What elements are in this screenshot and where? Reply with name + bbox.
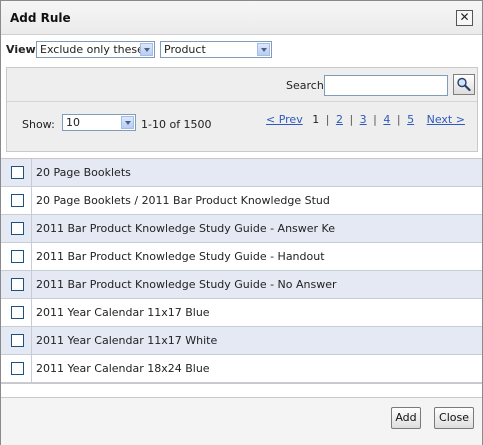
item-label: 2011 Bar Product Knowledge Study Guide -… bbox=[36, 250, 325, 263]
view-bar: View Exclude only these Product bbox=[1, 35, 482, 65]
list-item[interactable]: 20 Page Booklets / 2011 Bar Product Know… bbox=[1, 187, 482, 215]
view-mode-select[interactable]: Exclude only these bbox=[36, 41, 155, 58]
item-checkbox[interactable] bbox=[11, 306, 24, 319]
item-label: 2011 Bar Product Knowledge Study Guide -… bbox=[36, 222, 335, 235]
view-field-select[interactable]: Product bbox=[160, 41, 272, 58]
page-size-select[interactable]: 10 bbox=[62, 114, 136, 131]
chevron-down-icon bbox=[257, 43, 270, 56]
add-rule-dialog: Add Rule ✕ View Exclude only these Produ… bbox=[0, 0, 483, 445]
magnifier-icon bbox=[457, 77, 471, 91]
dialog-titlebar: Add Rule ✕ bbox=[1, 1, 482, 35]
item-checkbox[interactable] bbox=[11, 334, 24, 347]
page-link-3[interactable]: 3 bbox=[360, 113, 367, 126]
page-separator: | bbox=[349, 113, 354, 126]
page-link-4[interactable]: 4 bbox=[383, 113, 390, 126]
item-checkbox[interactable] bbox=[11, 362, 24, 375]
show-label: Show: bbox=[22, 118, 55, 131]
pagination: < Prev 1 | 2 | 3 | 4 | 5 Next > bbox=[266, 113, 465, 126]
dialog-footer: Add Close bbox=[1, 397, 482, 445]
chevron-down-icon bbox=[140, 43, 153, 56]
item-label: 20 Page Booklets bbox=[36, 166, 131, 179]
next-page-link[interactable]: Next > bbox=[427, 113, 465, 126]
item-label: 2011 Year Calendar 18x24 Blue bbox=[36, 362, 210, 375]
checkbox-cell bbox=[1, 327, 32, 354]
checkbox-cell bbox=[1, 299, 32, 326]
item-checkbox[interactable] bbox=[11, 278, 24, 291]
checkbox-cell bbox=[1, 271, 32, 298]
checkbox-cell bbox=[1, 159, 32, 186]
item-label: 2011 Year Calendar 11x17 White bbox=[36, 334, 218, 347]
view-mode-value: Exclude only these bbox=[40, 43, 144, 56]
current-page: 1 bbox=[312, 113, 320, 126]
page-separator: | bbox=[396, 113, 401, 126]
checkbox-cell bbox=[1, 215, 32, 242]
dialog-title: Add Rule bbox=[10, 11, 71, 25]
item-list: 20 Page Booklets 20 Page Booklets / 2011… bbox=[1, 158, 482, 384]
close-button[interactable]: Close bbox=[434, 407, 474, 429]
view-label: View bbox=[6, 43, 36, 56]
list-item[interactable]: 2011 Year Calendar 18x24 Blue bbox=[1, 355, 482, 383]
checkbox-cell bbox=[1, 355, 32, 382]
close-icon[interactable]: ✕ bbox=[456, 10, 473, 26]
item-label: 20 Page Booklets / 2011 Bar Product Know… bbox=[36, 194, 330, 207]
list-item[interactable]: 20 Page Booklets bbox=[1, 159, 482, 187]
list-item[interactable]: 2011 Bar Product Knowledge Study Guide -… bbox=[1, 215, 482, 243]
checkbox-cell bbox=[1, 243, 32, 270]
list-item[interactable]: 2011 Year Calendar 11x17 Blue bbox=[1, 299, 482, 327]
item-checkbox[interactable] bbox=[11, 250, 24, 263]
result-range: 1-10 of 1500 bbox=[141, 118, 212, 131]
search-input[interactable] bbox=[324, 75, 448, 96]
search-label: Search bbox=[286, 79, 324, 92]
add-button[interactable]: Add bbox=[391, 407, 421, 429]
item-label: 2011 Bar Product Knowledge Study Guide -… bbox=[36, 278, 337, 291]
page-link-2[interactable]: 2 bbox=[336, 113, 343, 126]
search-button[interactable] bbox=[453, 74, 475, 95]
prev-page-link[interactable]: < Prev bbox=[266, 113, 303, 126]
item-checkbox[interactable] bbox=[11, 222, 24, 235]
view-field-value: Product bbox=[164, 43, 206, 56]
chevron-down-icon bbox=[121, 116, 134, 129]
filter-divider bbox=[7, 101, 477, 102]
item-checkbox[interactable] bbox=[11, 166, 24, 179]
page-size-value: 10 bbox=[66, 116, 80, 129]
list-item[interactable]: 2011 Bar Product Knowledge Study Guide -… bbox=[1, 243, 482, 271]
filter-panel: Search Show: 10 1-10 of 1500 < Prev 1 | … bbox=[6, 67, 478, 152]
checkbox-cell bbox=[1, 187, 32, 214]
item-label: 2011 Year Calendar 11x17 Blue bbox=[36, 306, 210, 319]
list-item[interactable]: 2011 Year Calendar 11x17 White bbox=[1, 327, 482, 355]
page-separator: | bbox=[325, 113, 330, 126]
page-link-5[interactable]: 5 bbox=[407, 113, 414, 126]
list-item[interactable]: 2011 Bar Product Knowledge Study Guide -… bbox=[1, 271, 482, 299]
page-separator: | bbox=[373, 113, 377, 126]
item-checkbox[interactable] bbox=[11, 194, 24, 207]
